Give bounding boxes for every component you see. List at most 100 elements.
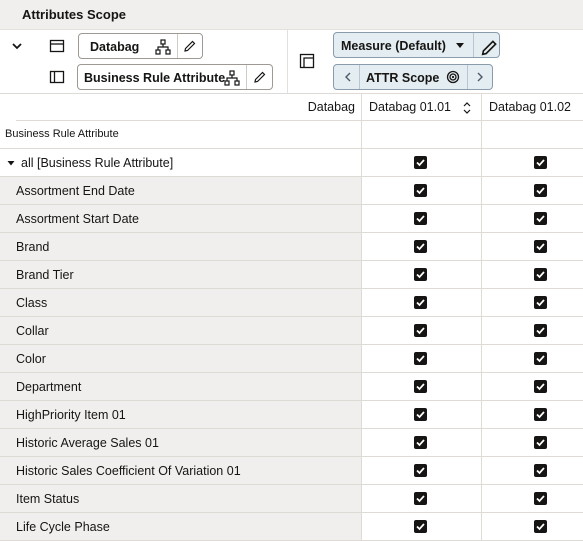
table-row: HighPriority Item 01 bbox=[0, 401, 583, 429]
row-label: Historic Average Sales 01 bbox=[16, 436, 159, 450]
scope-label: ATTR Scope bbox=[366, 71, 440, 85]
table-row: Brand bbox=[0, 233, 583, 261]
checkbox[interactable] bbox=[414, 436, 427, 449]
chevron-down-icon[interactable] bbox=[9, 38, 25, 54]
checkbox[interactable] bbox=[534, 268, 547, 281]
row-header[interactable]: Historic Average Sales 01 bbox=[0, 429, 361, 456]
checkbox[interactable] bbox=[414, 240, 427, 253]
row-header[interactable]: Historic Sales Coefficient Of Variation … bbox=[0, 457, 361, 484]
checkbox[interactable] bbox=[534, 324, 547, 337]
row-layout-icon bbox=[49, 39, 65, 53]
table-row: Assortment Start Date bbox=[0, 205, 583, 233]
sort-icon[interactable] bbox=[462, 101, 472, 115]
checkbox[interactable] bbox=[534, 520, 547, 533]
checkbox[interactable] bbox=[414, 380, 427, 393]
checkbox[interactable] bbox=[414, 268, 427, 281]
caret-down-icon[interactable] bbox=[7, 159, 15, 167]
table-row: Historic Sales Coefficient Of Variation … bbox=[0, 457, 583, 485]
chevron-left-icon[interactable] bbox=[342, 71, 354, 83]
panel-title: Attributes Scope bbox=[22, 7, 127, 22]
column-header-databag-0101[interactable]: Databag 01.01 bbox=[361, 94, 481, 121]
table-row: Color bbox=[0, 345, 583, 373]
row-header[interactable]: Assortment Start Date bbox=[0, 205, 361, 232]
row-label: Assortment Start Date bbox=[16, 212, 139, 226]
row-header[interactable]: Brand Tier bbox=[0, 261, 361, 288]
root-row-label: all [Business Rule Attribute] bbox=[21, 156, 174, 170]
business-rule-attribute-pill[interactable]: Business Rule Attribute bbox=[77, 64, 273, 90]
hierarchy-icon[interactable] bbox=[155, 39, 171, 55]
chevron-right-icon[interactable] bbox=[474, 71, 486, 83]
table-row: Historic Average Sales 01 bbox=[0, 429, 583, 457]
row-dimension-header: Business Rule Attribute bbox=[0, 121, 583, 149]
checkbox[interactable] bbox=[414, 324, 427, 337]
row-label: Life Cycle Phase bbox=[16, 520, 110, 534]
scope-selector[interactable]: ATTR Scope bbox=[333, 64, 493, 90]
edit-pencil-icon[interactable] bbox=[253, 70, 267, 84]
table-row-root: all [Business Rule Attribute] bbox=[0, 149, 583, 177]
column-header-databag-0102[interactable]: Databag 01.02 bbox=[481, 94, 583, 121]
target-icon[interactable] bbox=[446, 70, 460, 84]
measure-dropdown[interactable]: Measure (Default) bbox=[333, 32, 500, 58]
layout-toolbar: Databag Business Rule Attribute Measure … bbox=[0, 30, 583, 94]
edit-pencil-icon[interactable] bbox=[480, 38, 499, 57]
row-label: Collar bbox=[16, 324, 49, 338]
column-header-label: Databag 01.02 bbox=[489, 100, 572, 114]
table-row: Class bbox=[0, 289, 583, 317]
edit-pencil-icon[interactable] bbox=[183, 39, 197, 53]
checkbox[interactable] bbox=[414, 296, 427, 309]
business-rule-attribute-label: Business Rule Attribute bbox=[84, 71, 226, 85]
checkbox[interactable] bbox=[534, 380, 547, 393]
caret-down-icon bbox=[456, 43, 464, 48]
row-header[interactable]: Collar bbox=[0, 317, 361, 344]
checkbox[interactable] bbox=[534, 212, 547, 225]
row-label: Color bbox=[16, 352, 46, 366]
checkbox[interactable] bbox=[414, 352, 427, 365]
hierarchy-icon[interactable] bbox=[224, 70, 240, 86]
checkbox[interactable] bbox=[534, 352, 547, 365]
checkbox[interactable] bbox=[534, 492, 547, 505]
row-label: Historic Sales Coefficient Of Variation … bbox=[16, 464, 241, 478]
checkbox[interactable] bbox=[414, 212, 427, 225]
column-layout-icon bbox=[49, 70, 65, 84]
databag-dimension-pill[interactable]: Databag bbox=[78, 33, 203, 59]
row-label: Assortment End Date bbox=[16, 184, 135, 198]
row-label: Department bbox=[16, 380, 82, 394]
pivot-icon[interactable] bbox=[299, 53, 315, 69]
checkbox[interactable] bbox=[414, 464, 427, 477]
column-dimension-label: Databag bbox=[307, 100, 355, 114]
row-label: HighPriority Item 01 bbox=[16, 408, 126, 422]
table-row: Life Cycle Phase bbox=[0, 513, 583, 541]
checkbox[interactable] bbox=[414, 184, 427, 197]
row-header[interactable]: Department bbox=[0, 373, 361, 400]
row-dimension-label: Business Rule Attribute bbox=[5, 128, 119, 140]
row-label: Class bbox=[16, 296, 48, 310]
checkbox[interactable] bbox=[414, 520, 427, 533]
checkbox[interactable] bbox=[534, 464, 547, 477]
checkbox[interactable] bbox=[534, 184, 547, 197]
table-row: Department bbox=[0, 373, 583, 401]
row-header[interactable]: Item Status bbox=[0, 485, 361, 512]
row-header[interactable]: Color bbox=[0, 345, 361, 372]
row-header[interactable]: Brand bbox=[0, 233, 361, 260]
measure-label: Measure (Default) bbox=[341, 39, 446, 53]
row-label: Brand bbox=[16, 240, 50, 254]
row-header[interactable]: Life Cycle Phase bbox=[0, 513, 361, 540]
table-row: Assortment End Date bbox=[0, 177, 583, 205]
checkbox[interactable] bbox=[414, 156, 427, 169]
checkbox[interactable] bbox=[414, 492, 427, 505]
checkbox[interactable] bbox=[534, 296, 547, 309]
table-row: Collar bbox=[0, 317, 583, 345]
row-header[interactable]: Class bbox=[0, 289, 361, 316]
row-header[interactable]: HighPriority Item 01 bbox=[0, 401, 361, 428]
table-row: Brand Tier bbox=[0, 261, 583, 289]
row-label: Item Status bbox=[16, 492, 80, 506]
checkbox[interactable] bbox=[534, 240, 547, 253]
column-header-label: Databag 01.01 bbox=[369, 100, 452, 114]
table-row: Item Status bbox=[0, 485, 583, 513]
checkbox[interactable] bbox=[534, 156, 547, 169]
panel-header: Attributes Scope bbox=[0, 0, 583, 30]
checkbox[interactable] bbox=[534, 436, 547, 449]
checkbox[interactable] bbox=[414, 408, 427, 421]
checkbox[interactable] bbox=[534, 408, 547, 421]
row-header[interactable]: Assortment End Date bbox=[0, 177, 361, 204]
